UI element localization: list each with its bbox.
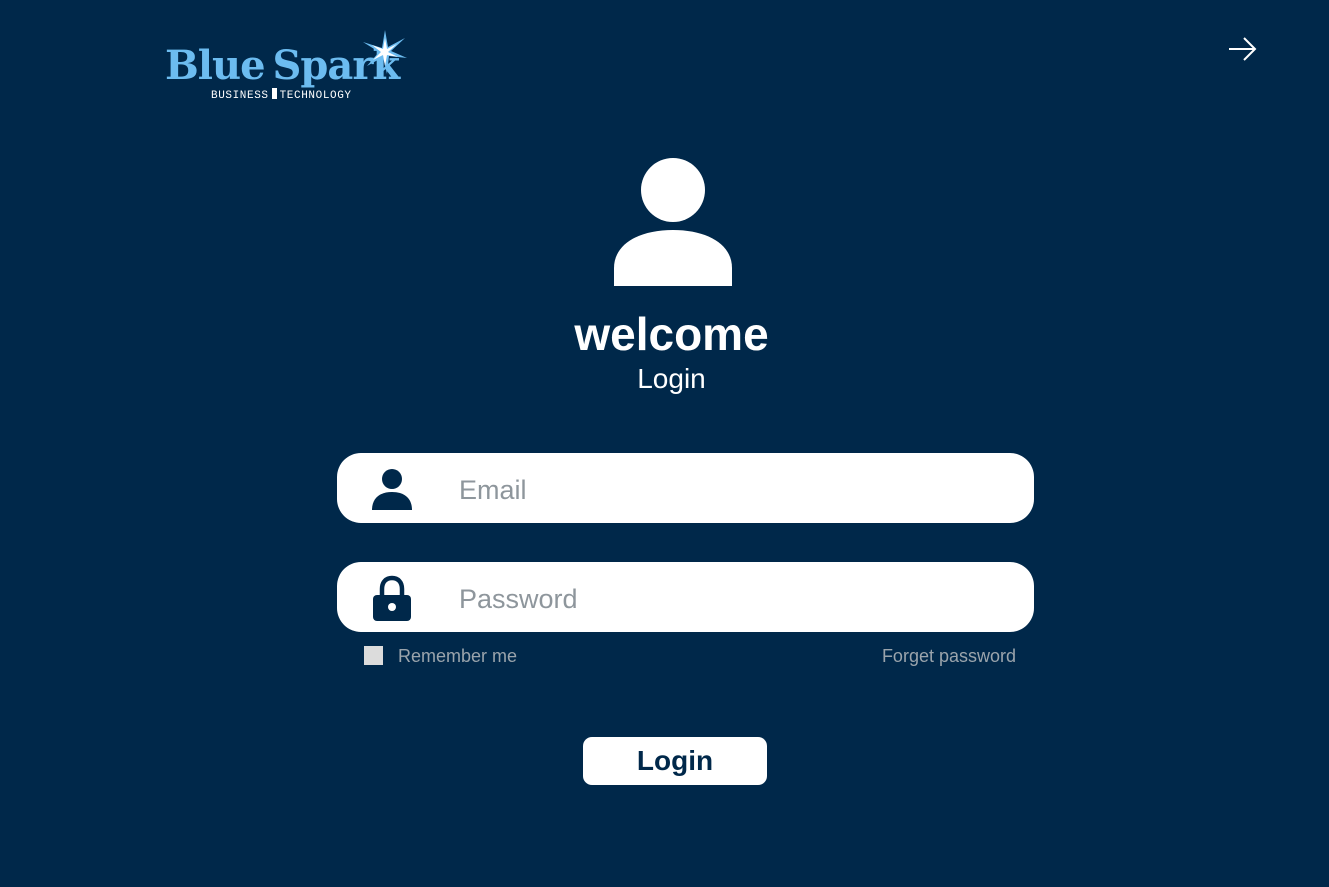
spark-star-icon bbox=[363, 30, 407, 74]
login-subtitle: Login bbox=[637, 363, 706, 394]
user-icon bbox=[372, 469, 412, 510]
logo-tagline: BUSINESS TECHNOLOGY bbox=[211, 88, 352, 102]
password-field[interactable]: Password bbox=[337, 562, 1034, 632]
logo-tagline-right: TECHNOLOGY bbox=[279, 90, 352, 102]
arrow-right-icon[interactable] bbox=[1226, 34, 1258, 64]
lock-icon bbox=[373, 575, 411, 621]
logo-word-blue: Blue bbox=[165, 42, 266, 89]
bluespark-logo: Blue Spark BUSINESS TECHNOLOGY bbox=[165, 28, 415, 102]
welcome-title: welcome bbox=[574, 308, 769, 360]
login-page: Blue Spark BUSINESS TECHNOLOGY welcome Log… bbox=[0, 0, 1329, 887]
logo-tagline-left: BUSINESS bbox=[211, 90, 269, 102]
user-avatar-icon bbox=[614, 158, 732, 286]
remember-me-label: Remember me bbox=[398, 646, 518, 666]
remember-me-checkbox[interactable] bbox=[364, 646, 383, 665]
email-field[interactable]: Email bbox=[337, 453, 1034, 523]
login-button[interactable]: Login bbox=[583, 737, 767, 785]
password-placeholder: Password bbox=[459, 584, 578, 614]
email-placeholder: Email bbox=[459, 475, 527, 505]
forgot-password-link[interactable]: Forget password bbox=[882, 645, 1016, 667]
